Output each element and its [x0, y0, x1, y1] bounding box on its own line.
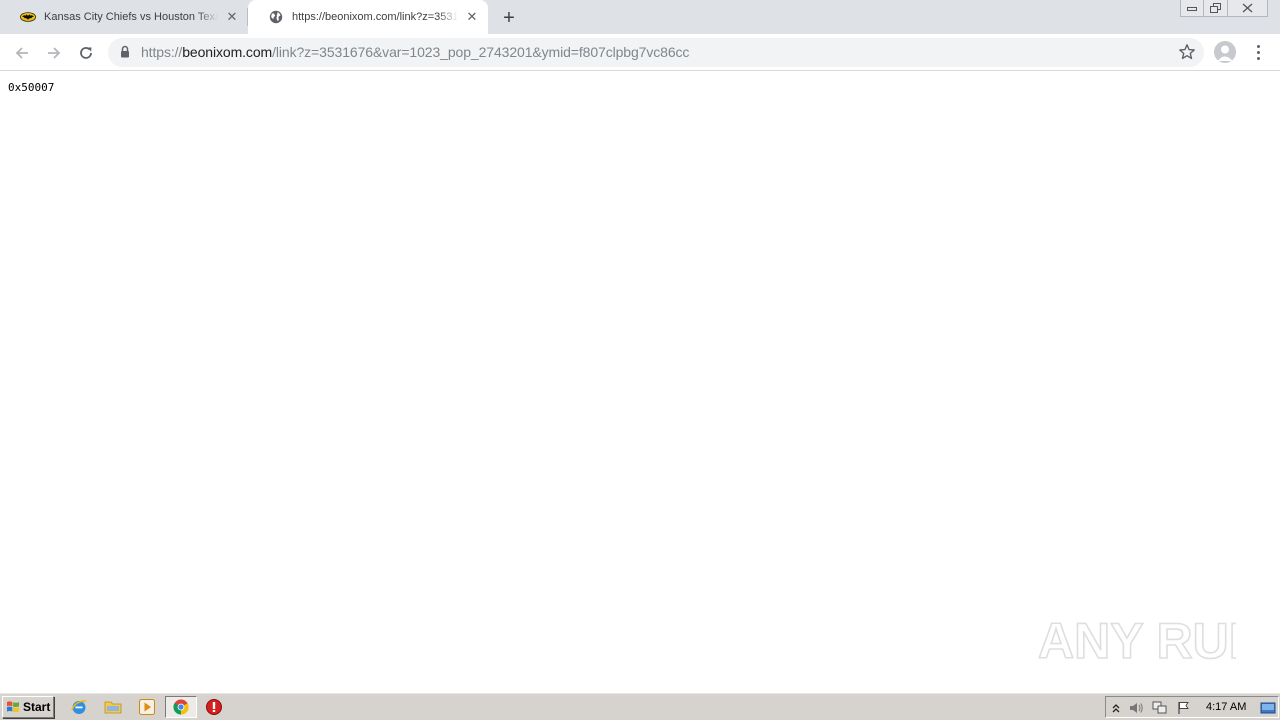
tab-strip: Kansas City Chiefs vs Houston Texans ✕ h… [0, 0, 1280, 34]
batman-icon [20, 9, 36, 25]
new-tab-button[interactable]: + [498, 7, 520, 29]
tab-title: Kansas City Chiefs vs Houston Texans [44, 11, 218, 23]
watermark-text: ANY RUN [1038, 613, 1236, 669]
volume-icon[interactable] [1128, 700, 1144, 716]
restore-icon [1210, 3, 1221, 13]
url-path: /link?z=3531676&var=1023_pop_2743201&ymi… [272, 44, 690, 60]
window-close-button[interactable] [1228, 0, 1268, 17]
taskbar-clock[interactable]: 4:17 AM [1206, 701, 1246, 713]
url-text: https://beonixom.com/link?z=3531676&var=… [141, 44, 689, 60]
tab-close-button[interactable]: ✕ [464, 9, 480, 25]
back-button[interactable] [9, 40, 35, 66]
restore-button[interactable] [1204, 0, 1228, 17]
system-tray: 4:17 AM [1105, 696, 1279, 718]
page-body-text: 0x50007 [8, 81, 55, 94]
tab-beonixom[interactable]: https://beonixom.com/link?z=3531676 ✕ [248, 0, 488, 34]
arrow-left-icon [15, 47, 28, 59]
windows-taskbar: Start 4:17 AM [0, 692, 1280, 720]
page-viewport: 0x50007 ANY RUN [0, 72, 1280, 692]
forward-button[interactable] [41, 40, 67, 66]
tab-kansas-city-chiefs[interactable]: Kansas City Chiefs vs Houston Texans ✕ [0, 0, 248, 34]
browser-menu-button[interactable] [1250, 42, 1266, 62]
url-scheme: https:// [141, 44, 183, 60]
folder-icon[interactable] [103, 697, 123, 717]
action-center-flag-icon[interactable] [1176, 700, 1192, 716]
reload-button[interactable] [73, 40, 99, 66]
lock-icon [120, 45, 130, 63]
url-host: beonixom.com [182, 44, 273, 60]
window-controls [1180, 0, 1268, 18]
address-bar[interactable]: https://beonixom.com/link?z=3531676&var=… [108, 38, 1204, 67]
start-label: Start [23, 700, 51, 714]
show-desktop-icon[interactable] [1260, 700, 1276, 716]
start-button[interactable]: Start [2, 696, 54, 718]
windows-logo-icon [7, 701, 19, 713]
arrow-right-icon [48, 47, 61, 59]
globe-icon [268, 9, 284, 25]
browser-toolbar: https://beonixom.com/link?z=3531676&var=… [0, 34, 1280, 71]
anyrun-watermark-logo: ANY RUN [1037, 612, 1236, 670]
show-hidden-icons-chevron-icon[interactable] [1108, 700, 1124, 716]
chrome-icon [173, 699, 189, 715]
profile-avatar-icon[interactable] [1214, 41, 1236, 63]
bookmark-star-icon[interactable] [1178, 43, 1196, 66]
minimize-button[interactable] [1180, 0, 1204, 17]
media-player-icon[interactable] [137, 697, 157, 717]
chrome-taskbar-button[interactable] [165, 696, 197, 718]
stop-icon[interactable] [204, 697, 224, 717]
minimize-icon [1187, 7, 1197, 11]
internet-explorer-icon[interactable] [69, 697, 89, 717]
close-icon [1242, 3, 1253, 13]
reload-icon [80, 47, 92, 59]
tab-title: https://beonixom.com/link?z=3531676 [292, 11, 458, 23]
tab-close-button[interactable]: ✕ [224, 9, 240, 25]
network-icon[interactable] [1152, 700, 1168, 716]
